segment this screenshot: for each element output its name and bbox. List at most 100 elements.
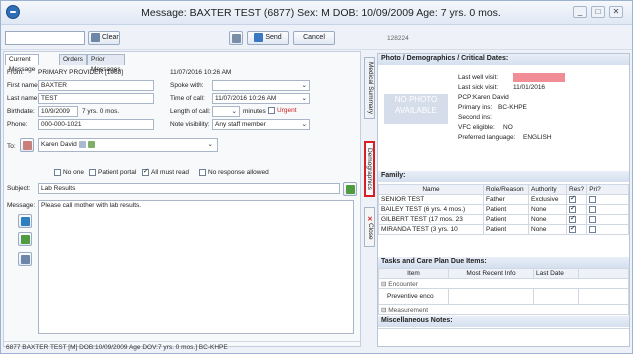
- pri-checkbox[interactable]: [589, 225, 597, 233]
- spoke-with-combo[interactable]: ⌄: [212, 80, 310, 91]
- all-must-read-checkbox[interactable]: All must read: [142, 167, 189, 176]
- col-pri[interactable]: Pri?: [586, 184, 629, 195]
- first-name-label: First name:: [7, 82, 40, 89]
- message-triangle-button[interactable]: [18, 214, 32, 228]
- family-row[interactable]: BAILEY TEST (6 yrs. 4 mos.) Patient None: [378, 204, 629, 215]
- care-plan-group-row[interactable]: ⊟ Encounter: [378, 278, 629, 289]
- tab-demographics[interactable]: Demographics: [364, 141, 375, 197]
- misc-notes-area[interactable]: [378, 328, 629, 346]
- tab-orders[interactable]: Orders: [59, 54, 87, 65]
- message-templates-button[interactable]: [18, 232, 32, 246]
- res-checkbox[interactable]: [569, 214, 576, 223]
- status-bar: 6877 BAXTER TEST [M] DOB:10/09/2009 Age …: [3, 341, 361, 353]
- message-id: 128224: [387, 35, 409, 42]
- pcp-value: Karen David: [473, 94, 509, 101]
- demographics-header: Photo / Demographics / Critical Dates:: [378, 54, 629, 65]
- message-pane: Current Message Orders Prior Messages Fr…: [3, 51, 361, 347]
- message-template-combo[interactable]: [5, 31, 85, 45]
- col-actions: [578, 268, 629, 279]
- tab-prior-messages[interactable]: Prior Messages: [87, 54, 125, 73]
- tab-close[interactable]: ✕Close: [364, 207, 375, 247]
- res-checkbox[interactable]: [569, 194, 576, 203]
- res-checkbox[interactable]: [569, 204, 576, 213]
- subject-templates-button[interactable]: [343, 182, 357, 196]
- maximize-button[interactable]: □: [591, 6, 605, 18]
- care-plan-header: Tasks and Care Plan Due Items:: [378, 257, 629, 268]
- length-minutes-spinner[interactable]: ⌄: [212, 106, 240, 117]
- note-visibility-combo[interactable]: Any staff member ⌄: [212, 119, 310, 130]
- no-one-checkbox[interactable]: No one: [54, 169, 84, 176]
- tab-medical-summary[interactable]: Medical Summary: [364, 57, 375, 119]
- birthdate-field[interactable]: 10/9/2009: [38, 106, 78, 117]
- leaf-icon: [346, 185, 355, 194]
- no-response-checkbox[interactable]: No response allowed: [199, 169, 269, 176]
- last-well-highlight: [513, 73, 565, 82]
- to-address-book-button[interactable]: [20, 138, 34, 152]
- col-name[interactable]: Name: [378, 184, 484, 195]
- pri-checkbox[interactable]: [589, 195, 597, 203]
- family-row[interactable]: SENIOR TEST Father Exclusive: [378, 194, 629, 205]
- clear-button[interactable]: Clear: [88, 31, 120, 45]
- to-label: To:: [7, 143, 16, 150]
- col-last-date[interactable]: Last Date: [533, 268, 579, 279]
- close-x-icon: ✕: [367, 215, 373, 223]
- language-label: Preferred language:: [458, 134, 516, 141]
- toolbar: Clear Send Cancel 128224: [1, 26, 632, 50]
- message-label: Message:: [7, 202, 36, 209]
- col-item[interactable]: Item: [378, 268, 449, 279]
- last-name-field[interactable]: TEST: [38, 93, 154, 104]
- col-authority[interactable]: Authority: [528, 184, 567, 195]
- res-checkbox[interactable]: [569, 224, 576, 233]
- time-of-call-field[interactable]: 11/07/2016 10:26 AM ⌄: [212, 93, 310, 104]
- second-ins-label: Second ins:: [458, 114, 492, 121]
- family-role-cell: Patient: [483, 224, 529, 235]
- phone-field[interactable]: 000-000-1021: [38, 119, 154, 130]
- last-well-label: Last well visit:: [458, 74, 499, 81]
- attach-button[interactable]: [229, 31, 243, 45]
- pri-checkbox[interactable]: [589, 205, 597, 213]
- spoke-with-label: Spoke with:: [170, 82, 204, 89]
- tab-current-message[interactable]: Current Message: [5, 54, 40, 73]
- family-row[interactable]: MIRANDA TEST (3 yrs. 10 Patient None: [378, 224, 629, 235]
- family-pri-cell: [586, 224, 629, 235]
- pcp-label: PCP:: [458, 94, 474, 101]
- chevron-down-icon: ⌄: [301, 95, 307, 102]
- leaf-icon: [21, 235, 30, 244]
- family-name-cell: GILBERT TEST (17 mos. 23: [378, 214, 484, 225]
- send-button[interactable]: Send: [247, 31, 289, 45]
- family-role-cell: Father: [483, 194, 529, 205]
- recipient-list-icon: [78, 140, 86, 148]
- cancel-button[interactable]: Cancel: [293, 31, 335, 45]
- family-authority-cell: None: [528, 214, 567, 225]
- urgent-checkbox[interactable]: Urgent: [268, 107, 297, 114]
- app-logo-icon: [6, 5, 20, 19]
- family-authority-cell: None: [528, 204, 567, 215]
- pri-checkbox[interactable]: [589, 215, 597, 223]
- col-most-recent[interactable]: Most Recent Info: [448, 268, 534, 279]
- from-label: From:: [7, 69, 24, 76]
- care-plan-group-row[interactable]: ⊟ Measurement: [378, 304, 629, 315]
- message-list-button[interactable]: [18, 252, 32, 266]
- first-name-field[interactable]: BAXTER: [38, 80, 154, 91]
- eraser-icon: [91, 32, 100, 42]
- to-recipient-combo[interactable]: Karen David ⌄: [38, 138, 218, 152]
- care-plan-row[interactable]: Preventive enco: [378, 288, 629, 305]
- close-window-button[interactable]: ✕: [609, 6, 623, 18]
- minimize-button[interactable]: _: [573, 6, 587, 18]
- patient-portal-checkbox[interactable]: Patient portal: [89, 169, 136, 176]
- minutes-label: minutes: [243, 108, 266, 115]
- message-body-textarea[interactable]: Please call mother with lab results.: [38, 200, 354, 334]
- family-authority-cell: None: [528, 224, 567, 235]
- care-plan-table: Item Most Recent Info Last Date ⊟ Encoun…: [378, 268, 629, 315]
- col-role[interactable]: Role/Reason: [483, 184, 529, 195]
- family-row[interactable]: GILBERT TEST (17 mos. 23 Patient None: [378, 214, 629, 225]
- family-header-row: Name Role/Reason Authority Res? Pri?: [378, 184, 629, 195]
- phone-label: Phone:: [7, 121, 28, 128]
- family-role-cell: Patient: [483, 214, 529, 225]
- from-datetime: 11/07/2016 10:26 AM: [170, 69, 232, 76]
- vfc-label: VFC eligible:: [458, 124, 495, 131]
- from-value: PRIMARY PROVIDER [1068]: [38, 69, 124, 76]
- title-bar: Message: BAXTER TEST (6877) Sex: M DOB: …: [1, 1, 632, 25]
- family-table: Name Role/Reason Authority Res? Pri? SEN…: [378, 184, 629, 235]
- subject-field[interactable]: Lab Results: [38, 183, 340, 194]
